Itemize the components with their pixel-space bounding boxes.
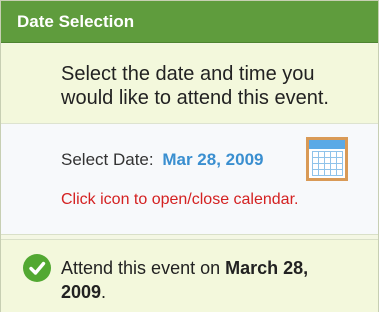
intro-text: Select the date and time you would like …: [61, 63, 329, 109]
date-selection-panel: Date Selection Select the date and time …: [0, 0, 379, 312]
confirmation-section: Attend this event on March 28, 2009.: [1, 239, 378, 312]
confirmation-prefix: Attend this event on: [61, 258, 226, 278]
confirmation-suffix: .: [101, 282, 107, 302]
intro-section: Select the date and time you would like …: [1, 44, 378, 123]
calendar-hint: Click icon to open/close calendar.: [61, 191, 299, 208]
calendar-icon-grid: [312, 151, 343, 176]
date-row: Select Date: Mar 28, 2009: [61, 150, 263, 170]
checkmark-icon: [23, 254, 51, 282]
date-select-section: Select Date: Mar 28, 2009 Click icon to …: [1, 123, 378, 235]
panel-header: Date Selection: [1, 1, 378, 43]
confirmation-text: Attend this event on March 28, 2009.: [61, 256, 351, 304]
panel-title: Date Selection: [17, 12, 135, 31]
selected-date-value: Mar 28, 2009: [162, 150, 264, 169]
select-date-label: Select Date:: [61, 150, 154, 169]
calendar-icon-header: [309, 140, 345, 149]
calendar-icon[interactable]: [306, 137, 348, 181]
checkmark-icon-glyph: [29, 261, 46, 275]
